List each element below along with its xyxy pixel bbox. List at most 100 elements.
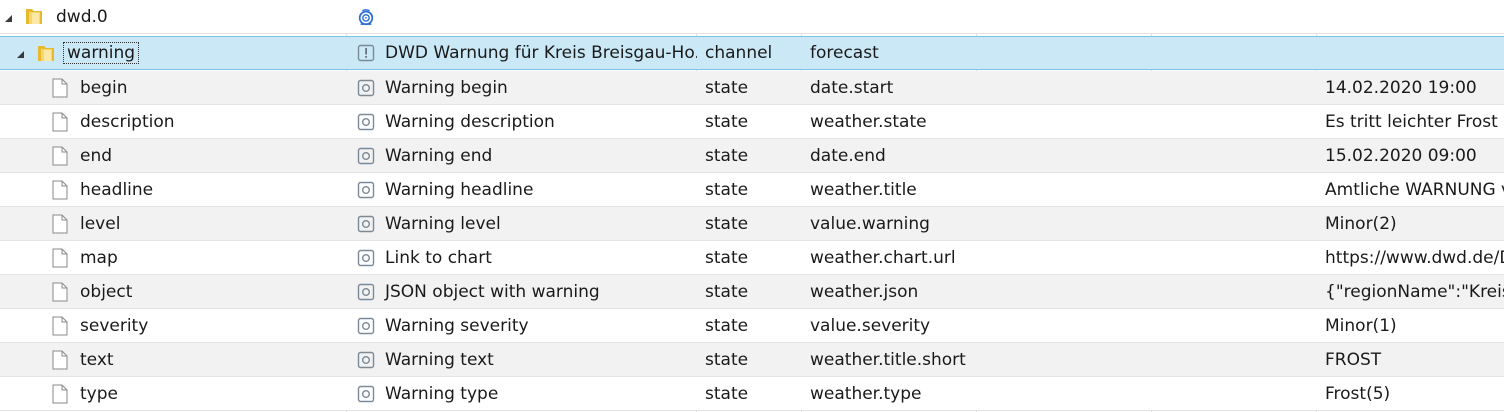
room-cell — [977, 377, 1152, 410]
state-icon — [357, 385, 375, 402]
tree-label-state[interactable]: headline — [80, 180, 153, 200]
value-cell[interactable]: Amtliche WARNUNG v — [1317, 173, 1504, 206]
tree-label-state[interactable]: map — [80, 248, 118, 268]
tree-row-state[interactable]: text Warning text state weather.title.sh… — [0, 343, 1504, 377]
role-cell: date.end — [802, 139, 977, 172]
file-icon — [52, 316, 68, 336]
tree-row-state[interactable]: begin Warning begin state date.start 14.… — [0, 71, 1504, 105]
value-cell[interactable]: Es tritt leichter Frost bi — [1317, 105, 1504, 138]
collapse-toggle-icon[interactable] — [17, 51, 24, 58]
type-cell: state — [697, 377, 802, 410]
title-cell: Link to chart — [347, 241, 697, 274]
type-cell: state — [697, 207, 802, 240]
value-text: Frost(5) — [1325, 383, 1391, 404]
tree-row-state[interactable]: map Link to chart state weather.chart.ur… — [0, 241, 1504, 275]
role-text: value.severity — [810, 315, 931, 336]
name-cell: severity — [0, 309, 347, 342]
value-cell[interactable]: Minor(2) — [1317, 207, 1504, 240]
role-text: weather.state — [810, 111, 927, 132]
value-cell[interactable]: 15.02.2020 09:00 — [1317, 139, 1504, 172]
object-tree: dwd.0 warning DWD Warnung für Kreis Brei… — [0, 0, 1504, 412]
value-text: Amtliche WARNUNG v — [1325, 179, 1504, 200]
type-text: state — [705, 349, 749, 370]
file-icon — [52, 78, 68, 98]
tree-row-state[interactable]: level Warning level state value.warning … — [0, 207, 1504, 241]
role-cell: date.start — [802, 71, 977, 104]
tree-label-state[interactable]: level — [80, 214, 120, 234]
state-icon — [357, 317, 375, 334]
value-cell[interactable]: Frost(5) — [1317, 377, 1504, 410]
value-cell[interactable]: https://www.dwd.de/D — [1317, 241, 1504, 274]
value-text: {"regionName":"Kreis B — [1325, 281, 1504, 302]
type-cell: state — [697, 241, 802, 274]
folder-open-icon — [26, 9, 42, 24]
tree-row-state[interactable]: end Warning end state date.end 15.02.202… — [0, 139, 1504, 173]
type-cell: state — [697, 71, 802, 104]
tree-label-state[interactable]: type — [80, 384, 118, 404]
state-icon — [357, 181, 375, 198]
tree-row-state[interactable]: object JSON object with warning state we… — [0, 275, 1504, 309]
tree-label-state[interactable]: severity — [80, 316, 148, 336]
collapse-toggle-icon[interactable] — [5, 15, 12, 22]
tree-label-state[interactable]: end — [80, 146, 112, 166]
title-cell: Warning end — [347, 139, 697, 172]
name-cell: begin — [0, 71, 347, 104]
tree-label-state[interactable]: description — [80, 112, 175, 132]
tree-row-state[interactable]: description Warning description state we… — [0, 105, 1504, 139]
file-icon — [52, 146, 68, 166]
value-text: 15.02.2020 09:00 — [1325, 145, 1477, 166]
name-cell: type — [0, 377, 347, 410]
name-cell: dwd.0 — [0, 0, 347, 33]
function-cell — [1152, 105, 1317, 138]
function-cell — [1152, 139, 1317, 172]
tree-label-channel[interactable]: warning — [62, 42, 140, 64]
name-cell: object — [0, 275, 347, 308]
tree-row-state[interactable]: headline Warning headline state weather.… — [0, 173, 1504, 207]
value-cell[interactable]: 14.02.2020 19:00 — [1317, 71, 1504, 104]
tree-row-channel[interactable]: warning DWD Warnung für Kreis Breisgau-H… — [0, 36, 1504, 70]
state-icon — [357, 283, 375, 300]
room-cell — [977, 71, 1152, 104]
value-text: Minor(2) — [1325, 213, 1397, 234]
type-text: state — [705, 213, 749, 234]
role-cell: weather.title.short — [802, 343, 977, 376]
role-text: weather.chart.url — [810, 247, 956, 268]
tree-label-state[interactable]: object — [80, 282, 132, 302]
tree-row-state[interactable]: type Warning type state weather.type Fro… — [0, 377, 1504, 411]
name-cell: text — [0, 343, 347, 376]
type-cell: state — [697, 173, 802, 206]
title-cell: Warning description — [347, 105, 697, 138]
role-cell: weather.chart.url — [802, 241, 977, 274]
file-icon — [52, 112, 68, 132]
tree-label-state[interactable]: begin — [80, 78, 128, 98]
title-text: Warning begin — [385, 77, 508, 98]
state-icon — [357, 147, 375, 164]
title-cell: Warning text — [347, 343, 697, 376]
value-cell[interactable]: FROST — [1317, 343, 1504, 376]
room-cell — [977, 275, 1152, 308]
tree-label-root[interactable]: dwd.0 — [56, 7, 108, 27]
room-cell — [977, 173, 1152, 206]
tree-label-state[interactable]: text — [80, 350, 114, 370]
name-cell: level — [0, 207, 347, 240]
function-cell — [1152, 173, 1317, 206]
value-cell[interactable]: {"regionName":"Kreis B — [1317, 275, 1504, 308]
type-text: state — [705, 315, 749, 336]
role-cell: weather.json — [802, 275, 977, 308]
name-cell: description — [0, 105, 347, 138]
state-icon — [357, 249, 375, 266]
tree-row-state[interactable]: severity Warning severity state value.se… — [0, 309, 1504, 343]
role-text: weather.title.short — [810, 349, 966, 370]
role-text: value.warning — [810, 213, 930, 234]
title-cell — [347, 0, 697, 33]
state-icon — [357, 79, 375, 96]
function-cell — [1152, 275, 1317, 308]
room-cell — [977, 139, 1152, 172]
type-text: channel — [705, 43, 773, 63]
tree-row-root[interactable]: dwd.0 — [0, 0, 1504, 34]
title-text: Warning level — [385, 213, 501, 234]
title-cell: JSON object with warning — [347, 275, 697, 308]
value-text: https://www.dwd.de/D — [1325, 247, 1504, 268]
type-text: state — [705, 383, 749, 404]
value-cell[interactable]: Minor(1) — [1317, 309, 1504, 342]
